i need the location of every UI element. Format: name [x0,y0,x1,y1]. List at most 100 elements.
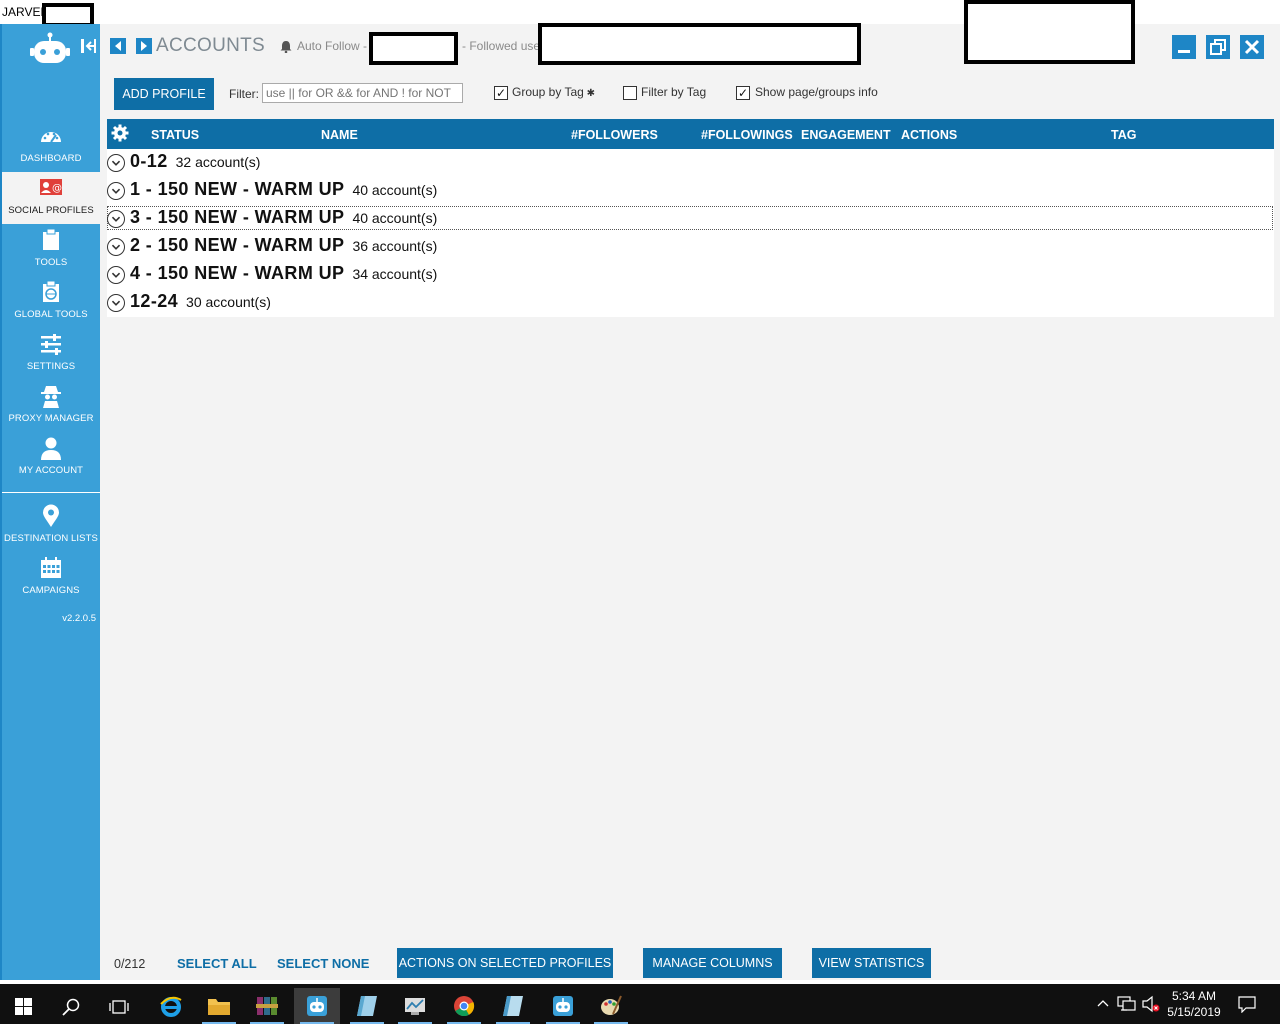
taskbar-winrar[interactable] [244,988,290,1024]
table-header: STATUS NAME #FOLLOWERS #FOLLOWINGS ENGAG… [107,119,1274,149]
taskbar-clock[interactable]: 5:34 AM 5/15/2019 [1160,988,1228,1020]
taskbar: 5:34 AM 5/15/2019 [0,984,1280,1024]
chevron-up-icon[interactable] [1097,998,1109,1008]
minimize-button[interactable] [1172,35,1196,59]
taskbar-app-remote-desktop[interactable] [392,988,438,1024]
column-header-engagement[interactable]: ENGAGEMENT [801,128,891,142]
column-header-followings[interactable]: #FOLLOWINGS [701,128,793,142]
collapse-sidebar-icon[interactable] [80,38,98,54]
task-view-button[interactable] [96,988,142,1024]
account-groups-list: 0-12 32 account(s) 1 - 150 NEW - WARM UP 4… [107,149,1274,317]
select-all-button[interactable]: SELECT ALL [177,956,257,971]
taskbar-internet-explorer[interactable] [148,988,194,1024]
group-by-tag-checkbox[interactable]: ✓ [494,86,508,100]
restore-button[interactable] [1206,35,1230,59]
sidebar-item-destination-lists[interactable]: DESTINATION LISTS [2,500,100,552]
chevron-down-icon[interactable] [107,238,125,256]
volume-muted-icon[interactable] [1141,995,1161,1013]
gear-icon[interactable] [111,124,129,142]
sidebar-item-campaigns[interactable]: CAMPAIGNS [2,552,100,604]
chevron-down-icon[interactable] [107,294,125,312]
toolbar: ADD PROFILE Filter: ✓ Group by Tag ✱ Fil… [100,78,1280,110]
close-button[interactable] [1240,35,1264,59]
group-row[interactable]: 1 - 150 NEW - WARM UP 40 account(s) [107,178,1273,202]
sidebar-item-social-profiles[interactable]: @ SOCIAL PROFILES [2,172,100,224]
taskbar-jarvee-app-2[interactable] [540,988,586,1024]
sidebar-item-label: DESTINATION LISTS [4,533,98,544]
group-name: 3 - 150 NEW - WARM UP [130,207,345,227]
back-button[interactable] [110,38,126,54]
robot-app-icon [307,996,327,1016]
arrow-left-icon [115,41,121,51]
taskbar-app-paint[interactable] [588,988,634,1024]
manage-columns-button[interactable]: MANAGE COLUMNS [643,948,782,978]
actions-on-selected-profiles-button[interactable]: ACTIONS ON SELECTED PROFILES [397,948,613,978]
group-count: 30 account(s) [186,294,271,310]
taskbar-chrome[interactable] [441,988,487,1024]
robot-logo-icon [30,32,70,63]
folder-icon [208,999,230,1015]
global-tools-icon [43,280,59,302]
sidebar-item-label: PROXY MANAGER [8,413,94,424]
sidebar-item-dashboard[interactable]: DASHBOARD [2,120,100,172]
header-row: ACCOUNTS Auto Follow - - Followed use [100,0,1280,72]
chevron-down-icon[interactable] [107,182,125,200]
sidebar: DASHBOARD @ SOCIAL PROFILES TOOLS GLOBAL… [0,24,100,980]
auto-follow-label: Auto Follow - [297,39,368,53]
redaction-box [538,23,861,65]
close-icon [1244,39,1260,55]
group-count: 36 account(s) [352,238,438,254]
internet-explorer-icon [160,996,182,1017]
taskbar-search-button[interactable] [48,988,94,1024]
network-icon[interactable] [1117,995,1137,1013]
sidebar-item-label: SOCIAL PROFILES [8,205,94,216]
group-row-focused[interactable]: 3 - 150 NEW - WARM UP 40 account(s) [107,206,1273,230]
group-row[interactable]: 12-24 30 account(s) [107,290,1273,314]
user-icon [41,437,61,460]
bell-icon [280,41,292,53]
group-row[interactable]: 4 - 150 NEW - WARM UP 34 account(s) [107,262,1273,286]
filter-input[interactable] [262,83,463,103]
column-header-followers[interactable]: #FOLLOWERS [571,128,658,142]
group-row[interactable]: 0-12 32 account(s) [107,150,1273,174]
taskbar-app-notepad-2[interactable] [490,988,536,1024]
show-page-groups-info-checkbox[interactable]: ✓ [736,86,750,100]
group-name: 12-24 [130,291,179,311]
group-count: 32 account(s) [175,154,261,170]
action-center-icon[interactable] [1238,995,1256,1013]
filter-by-tag-checkbox[interactable] [623,86,637,100]
taskbar-file-explorer[interactable] [196,988,242,1024]
taskbar-app-notepad[interactable] [344,988,390,1024]
select-none-button[interactable]: SELECT NONE [277,956,369,971]
minimize-icon [1178,50,1190,53]
selection-count: 0/212 [114,957,146,971]
chevron-down-icon[interactable] [107,266,125,284]
column-header-actions[interactable]: ACTIONS [901,128,957,142]
column-header-name[interactable]: NAME [321,128,358,142]
group-row[interactable]: 2 - 150 NEW - WARM UP 36 account(s) [107,234,1273,258]
start-button[interactable] [0,988,46,1024]
followed-users-label: - Followed use [462,39,541,53]
sidebar-item-settings[interactable]: SETTINGS [2,328,100,380]
sliders-icon [41,334,61,355]
clock-time: 5:34 AM [1171,989,1217,1003]
clipboard-icon [43,228,59,250]
filter-by-tag-label: Filter by Tag [641,85,707,99]
column-header-status[interactable]: STATUS [151,128,199,142]
dashboard-gauge-icon [41,132,61,143]
forward-button[interactable] [136,38,152,54]
sidebar-item-global-tools[interactable]: GLOBAL TOOLS [2,276,100,328]
chevron-down-icon[interactable] [107,154,125,172]
sidebar-item-tools[interactable]: TOOLS [2,224,100,276]
add-profile-button[interactable]: ADD PROFILE [114,78,214,110]
clock-date: 5/15/2019 [1167,1005,1221,1019]
spy-agent-icon [41,386,61,408]
view-statistics-button[interactable]: VIEW STATISTICS [812,948,931,978]
group-name: 0-12 [130,151,168,171]
taskbar-jarvee-app[interactable] [294,988,340,1024]
column-header-tag[interactable]: TAG [1111,128,1136,142]
chevron-down-icon[interactable] [107,210,125,228]
main-content: ACCOUNTS Auto Follow - - Followed use AD… [100,0,1280,980]
sidebar-item-proxy-manager[interactable]: PROXY MANAGER [2,380,100,432]
sidebar-item-my-account[interactable]: MY ACCOUNT [2,432,100,484]
